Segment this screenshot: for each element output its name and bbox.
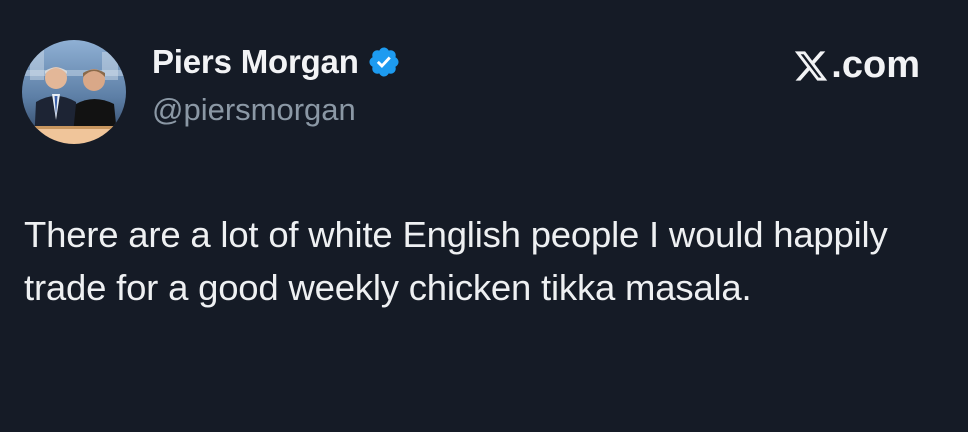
author-display-name[interactable]: Piers Morgan xyxy=(152,43,359,81)
x-com-logo: .com xyxy=(793,44,920,87)
author-handle[interactable]: @piersmorgan xyxy=(152,92,356,128)
author-name-row: Piers Morgan xyxy=(152,43,401,81)
x-com-label: .com xyxy=(831,44,920,86)
x-logo-icon xyxy=(793,48,829,84)
avatar[interactable] xyxy=(22,40,126,144)
verified-badge-icon xyxy=(367,45,401,79)
tweet-card: Piers Morgan @piersmorgan .com There are… xyxy=(0,0,968,432)
tweet-text: There are a lot of white English people … xyxy=(24,214,888,308)
